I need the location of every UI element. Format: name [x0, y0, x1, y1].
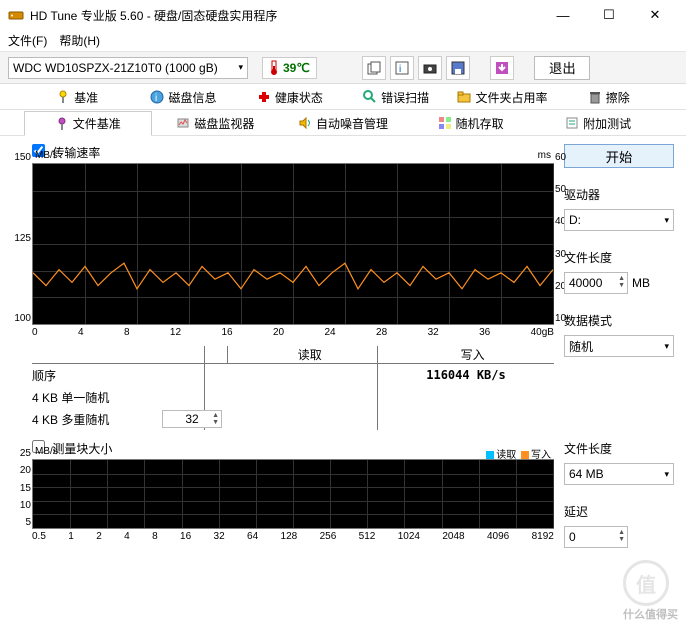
tab-error-scan[interactable]: 错误扫描: [343, 84, 449, 109]
delay-input[interactable]: 0▲▼: [564, 526, 628, 548]
titlebar: HD Tune 专业版 5.60 - 硬盘/固态硬盘实用程序 — ☐ ✕: [0, 0, 686, 30]
driver-label: 驱动器: [564, 186, 674, 203]
thermometer-icon: [269, 60, 279, 76]
window-title: HD Tune 专业版 5.60 - 硬盘/固态硬盘实用程序: [30, 7, 540, 24]
sequential-write-value: 116044 KB/s: [378, 368, 554, 382]
tab-label: 擦除: [606, 89, 630, 106]
transfer-rate-label: 传输速率: [52, 146, 100, 160]
tab-label: 磁盘监视器: [194, 115, 254, 132]
file-length-unit: MB: [632, 276, 650, 290]
data-mode-select[interactable]: 随机: [564, 335, 674, 357]
temperature-value: 39℃: [283, 61, 310, 75]
svg-text:i: i: [399, 64, 401, 75]
data-mode-label: 数据模式: [564, 312, 674, 329]
sequential-label: 顺序: [32, 367, 202, 384]
toolbar: WDC WD10SPZX-21Z10T0 (1000 gB) 39℃ i 退出: [0, 52, 686, 84]
delay-label: 延迟: [564, 503, 674, 520]
file-length-2-label: 文件长度: [564, 440, 674, 457]
tab-label: 错误扫描: [381, 89, 429, 106]
file-length-label: 文件长度: [564, 249, 674, 266]
menubar: 文件(F) 帮助(H): [0, 30, 686, 52]
tab-file-benchmark[interactable]: 文件基准: [24, 111, 152, 136]
tab-random-access[interactable]: 随机存取: [407, 110, 535, 135]
write-header: 写入: [391, 346, 554, 363]
4k-single-row: 4 KB 单一随机: [32, 386, 554, 408]
side-panel-2: 文件长度 64 MB 延迟 0▲▼: [554, 440, 674, 548]
y-axis-left: 150125100: [11, 152, 31, 324]
driver-select[interactable]: D:: [564, 209, 674, 231]
legend-read: 读取: [496, 450, 516, 461]
results-table-header: 读取 写入: [32, 346, 554, 364]
watermark: 值 什么值得买: [623, 560, 678, 622]
blocksize-label: 测量块大小: [52, 442, 112, 456]
x-axis-2: 0.512481632641282565121024204840968192: [32, 531, 554, 542]
y-axis-right: 605040302010: [555, 152, 571, 324]
drive-select[interactable]: WDC WD10SPZX-21Z10T0 (1000 gB): [8, 57, 248, 79]
blocksize-chart-pane: 测量块大小 MB/s 读取 写入 252015105 0.51248163264…: [12, 440, 554, 548]
screenshot-button[interactable]: [418, 56, 442, 80]
4k-multi-label: 4 KB 多重随机: [32, 411, 162, 428]
tab-extra-tests[interactable]: 附加测试: [534, 110, 662, 135]
y-axis-left-2: 252015105: [11, 448, 31, 528]
4k-multi-row: 4 KB 多重随机 32▲▼: [32, 408, 554, 430]
tab-label: 磁盘信息: [168, 89, 216, 106]
tab-label: 文件夹占用率: [475, 89, 547, 106]
tab-label: 健康状态: [275, 89, 323, 106]
read-header: 读取: [228, 346, 391, 363]
file-length-2-value: 64 MB: [569, 467, 604, 481]
file-length-input[interactable]: 40000▲▼: [564, 272, 628, 294]
delay-value: 0: [569, 530, 576, 544]
svg-text:i: i: [155, 93, 157, 104]
tab-aam[interactable]: 自动噪音管理: [279, 110, 407, 135]
sequential-row: 顺序 116044 KB/s: [32, 364, 554, 386]
y-axis-unit: MB/s: [35, 446, 58, 457]
tab-label: 附加测试: [583, 115, 631, 132]
temperature-display: 39℃: [262, 57, 317, 79]
tab-label: 随机存取: [456, 115, 504, 132]
tab-folder-usage[interactable]: 文件夹占用率: [449, 84, 555, 109]
y-axis-right-unit: ms: [538, 150, 551, 161]
tab-label: 文件基准: [73, 115, 121, 132]
data-mode-value: 随机: [569, 338, 593, 355]
tab-erase[interactable]: 擦除: [556, 84, 662, 109]
chart2-legend: 读取 写入: [484, 446, 551, 461]
exit-button[interactable]: 退出: [534, 56, 590, 80]
menu-file[interactable]: 文件(F): [8, 32, 47, 49]
tab-disk-info[interactable]: i 磁盘信息: [130, 84, 236, 109]
copy-info-button[interactable]: i: [390, 56, 414, 80]
legend-write: 写入: [531, 450, 551, 461]
queue-depth-input[interactable]: 32▲▼: [162, 410, 222, 428]
drive-select-value: WDC WD10SPZX-21Z10T0 (1000 gB): [13, 61, 218, 75]
tab-label: 基准: [74, 89, 98, 106]
y-axis-left-unit: MB/s: [35, 150, 58, 161]
tab-disk-monitor[interactable]: 磁盘监视器: [152, 110, 280, 135]
menu-help[interactable]: 帮助(H): [59, 32, 100, 49]
blocksize-chart: MB/s 读取 写入 252015105: [32, 459, 554, 529]
driver-value: D:: [569, 213, 581, 227]
maximize-button[interactable]: ☐: [586, 0, 632, 30]
close-button[interactable]: ✕: [632, 0, 678, 30]
file-length-value: 40000: [569, 276, 602, 290]
tab-label: 自动噪音管理: [316, 115, 388, 132]
tabs-row-1: 基准 i 磁盘信息 健康状态 错误扫描 文件夹占用率 擦除: [0, 84, 686, 110]
copy-text-button[interactable]: [362, 56, 386, 80]
file-length-2-select[interactable]: 64 MB: [564, 463, 674, 485]
transfer-chart: MB/s ms 150125100 605040302010: [32, 163, 554, 325]
start-button[interactable]: 开始: [564, 144, 674, 168]
4k-single-label: 4 KB 单一随机: [32, 389, 202, 406]
x-axis: 0481216202428323640gB: [32, 327, 554, 338]
transfer-chart-pane: 传输速率 MB/s ms 150125100 605040302010 0481…: [12, 144, 554, 428]
options-button[interactable]: [490, 56, 514, 80]
tabs-row-2: 文件基准 磁盘监视器 自动噪音管理 随机存取 附加测试: [0, 110, 686, 136]
minimize-button[interactable]: —: [540, 0, 586, 30]
side-panel: 开始 驱动器 D: 文件长度 40000▲▼ MB 数据模式 随机: [554, 144, 674, 428]
tab-health[interactable]: 健康状态: [237, 84, 343, 109]
queue-depth-value: 32: [185, 412, 198, 426]
tab-benchmark[interactable]: 基准: [24, 84, 130, 109]
save-button[interactable]: [446, 56, 470, 80]
app-icon: [8, 7, 24, 23]
